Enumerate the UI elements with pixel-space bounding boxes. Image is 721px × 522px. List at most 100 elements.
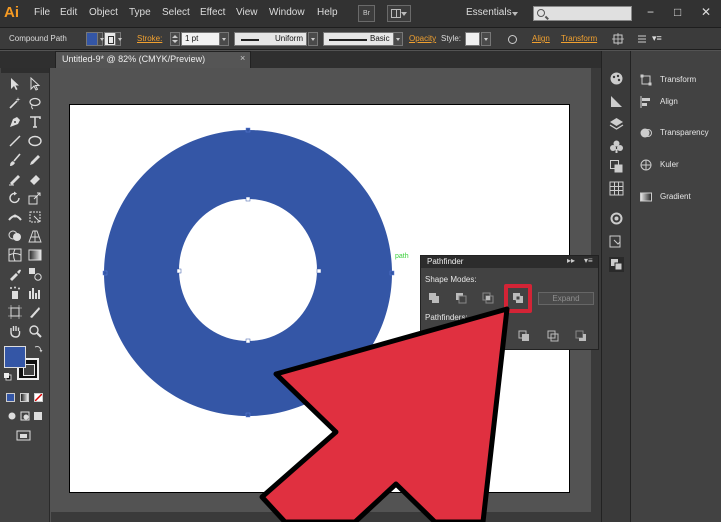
compound-path-donut[interactable] (104, 130, 393, 416)
line-segment-tool-icon[interactable] (8, 134, 22, 148)
type-tool-icon[interactable] (28, 115, 42, 129)
opacity-link[interactable]: Opacity (409, 34, 436, 43)
column-graph-tool-icon[interactable] (28, 286, 42, 300)
stroke-panel-link[interactable]: Stroke: (137, 34, 162, 43)
minus-back-button[interactable] (574, 329, 588, 343)
menu-object[interactable]: Object (89, 7, 118, 18)
stroke-weight-stepper[interactable] (170, 32, 180, 46)
gradient-panel-tab[interactable]: Gradient (631, 186, 721, 208)
pathfinder-panel-header[interactable]: Pathfinder ▸▸ ▾≡ (421, 256, 598, 268)
menu-type[interactable]: Type (129, 7, 151, 18)
graphic-style-swatch[interactable] (465, 32, 480, 46)
hand-tool-icon[interactable] (8, 324, 22, 338)
paintbrush-tool-icon[interactable] (8, 153, 22, 167)
scale-tool-icon[interactable] (28, 191, 42, 205)
pathfinder-panel-icon[interactable] (609, 257, 624, 272)
expand-button[interactable]: Expand (538, 292, 594, 305)
align-link[interactable]: Align (532, 34, 550, 43)
merge-button[interactable] (481, 329, 495, 343)
drawing-modes-icon[interactable] (7, 410, 43, 422)
blend-tool-icon[interactable] (28, 267, 42, 281)
search-input[interactable] (533, 6, 632, 21)
brushes-panel-icon[interactable] (609, 159, 624, 174)
kuler-panel-tab[interactable]: Kuler (631, 154, 721, 176)
pencil-tool-icon[interactable] (28, 153, 42, 167)
artboard-tool-icon[interactable] (8, 305, 22, 319)
panel-menu-icon[interactable]: ▾≡ (584, 256, 593, 265)
lasso-tool-icon[interactable] (28, 96, 42, 110)
trim-button[interactable] (454, 329, 468, 343)
divide-button[interactable] (427, 329, 441, 343)
menu-file[interactable]: File (34, 7, 50, 18)
align-panel-tab[interactable]: Align (631, 91, 721, 113)
eyedropper-tool-icon[interactable] (8, 267, 22, 281)
close-tab-button[interactable]: × (240, 53, 245, 63)
perspective-grid-tool-icon[interactable] (28, 229, 42, 243)
selection-tool-icon[interactable] (8, 77, 22, 91)
free-transform-tool-icon[interactable] (28, 210, 42, 224)
options-icon[interactable] (636, 33, 648, 45)
bridge-button[interactable]: Br (358, 5, 375, 22)
minimize-button[interactable]: − (647, 5, 654, 19)
blob-brush-tool-icon[interactable] (8, 172, 22, 186)
transform-panel-tab[interactable]: Transform (631, 69, 721, 91)
width-tool-icon[interactable] (8, 210, 22, 224)
transform-link[interactable]: Transform (561, 34, 597, 43)
mesh-tool-icon[interactable] (8, 248, 22, 262)
arrange-documents-button[interactable] (387, 5, 411, 22)
color-mode-button[interactable] (6, 393, 15, 402)
intersect-button[interactable] (481, 291, 495, 305)
stroke-weight-dropdown[interactable] (219, 32, 229, 46)
symbol-sprayer-tool-icon[interactable] (8, 286, 22, 300)
recolor-artwork-icon[interactable] (508, 35, 517, 44)
layers-panel-icon[interactable] (609, 234, 624, 249)
fill-dropdown[interactable] (97, 32, 104, 46)
slice-tool-icon[interactable] (28, 305, 42, 319)
minus-front-button[interactable] (454, 291, 468, 305)
eraser-tool-icon[interactable] (28, 172, 42, 186)
shape-builder-tool-icon[interactable] (8, 229, 22, 243)
menu-help[interactable]: Help (317, 7, 338, 18)
direct-selection-tool-icon[interactable] (28, 77, 42, 91)
graphic-styles-panel-icon[interactable] (609, 181, 624, 196)
swatches-panel-icon[interactable] (609, 117, 624, 132)
color-guide-panel-icon[interactable] (609, 94, 624, 109)
style-dropdown[interactable] (481, 32, 491, 46)
profile-dropdown[interactable] (308, 32, 318, 46)
fill-color-box[interactable] (4, 346, 26, 368)
stroke-panel-icon[interactable] (609, 211, 624, 226)
isolate-icon[interactable] (612, 33, 624, 45)
tab-document[interactable]: Untitled-9* @ 82% (CMYK/Preview) (55, 51, 251, 68)
symbols-panel-icon[interactable] (609, 139, 624, 154)
rotate-tool-icon[interactable] (8, 191, 22, 205)
menu-effect[interactable]: Effect (200, 7, 225, 18)
collapse-panel-icon[interactable]: ▸▸ (567, 256, 575, 265)
default-fill-stroke-icon[interactable] (3, 372, 12, 381)
swap-fill-stroke-icon[interactable] (34, 344, 43, 353)
transparency-panel-tab[interactable]: Transparency (631, 122, 721, 144)
color-panel-icon[interactable] (609, 71, 624, 86)
horizontal-scrollbar[interactable] (51, 512, 601, 522)
none-mode-button[interactable] (34, 393, 43, 402)
gradient-tool-icon[interactable] (28, 248, 42, 262)
tools-panel-grip[interactable] (1, 68, 49, 73)
ellipse-tool-icon[interactable] (28, 134, 42, 148)
outline-button[interactable] (546, 329, 560, 343)
menu-view[interactable]: View (236, 7, 258, 18)
pen-tool-icon[interactable] (8, 115, 22, 129)
stroke-dropdown[interactable] (115, 32, 122, 46)
maximize-button[interactable]: □ (674, 5, 681, 19)
zoom-tool-icon[interactable] (28, 324, 42, 338)
variable-width-profile[interactable]: Uniform (234, 32, 307, 46)
change-screen-mode-icon[interactable] (16, 430, 32, 442)
brush-dropdown[interactable] (393, 32, 403, 46)
close-button[interactable]: ✕ (701, 5, 711, 19)
brush-definition[interactable]: Basic (323, 32, 402, 46)
menu-window[interactable]: Window (269, 7, 305, 18)
magic-wand-tool-icon[interactable] (8, 96, 22, 110)
workspace-switcher[interactable]: Essentials (466, 7, 512, 18)
menu-select[interactable]: Select (162, 7, 190, 18)
unite-button[interactable] (427, 291, 441, 305)
crop-button[interactable] (517, 329, 531, 343)
gradient-mode-button[interactable] (20, 393, 29, 402)
